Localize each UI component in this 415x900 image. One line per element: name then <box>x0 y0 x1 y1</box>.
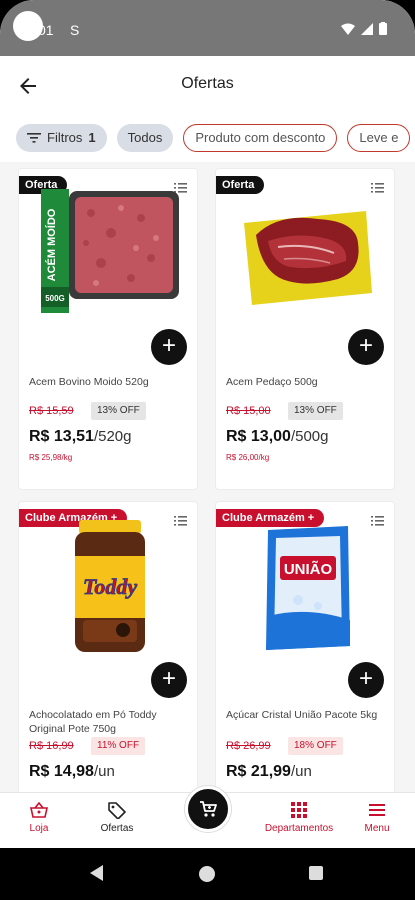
current-price: R$ 14,98/un <box>29 763 115 781</box>
top-app-bar: Ofertas <box>0 56 415 116</box>
filters-label: Filtros <box>47 130 83 145</box>
nav-departamentos-label: Departamentos <box>264 823 334 834</box>
basket-icon <box>30 801 48 818</box>
status-bar: 01 S <box>0 0 415 56</box>
nav-menu[interactable]: Menu <box>362 801 392 834</box>
nav-loja-label: Loja <box>29 823 49 834</box>
wifi-icon <box>341 23 355 35</box>
filter-icon <box>27 133 41 143</box>
status-icons <box>341 22 387 35</box>
product-image-text: UNIÃO <box>284 560 333 578</box>
product-image-text: Toddy <box>83 574 137 599</box>
grid-icon <box>291 802 307 818</box>
price-value: R$ 21,99 <box>226 763 291 780</box>
price-unit: /un <box>93 763 115 780</box>
status-time: 01 <box>38 22 54 38</box>
cart-icon <box>200 801 217 817</box>
system-navigation-bar <box>0 848 415 900</box>
discount-badge: 11% OFF <box>91 737 146 755</box>
old-price: R$ 15,59 <box>29 405 74 417</box>
page-title: Ofertas <box>181 75 234 92</box>
add-to-cart-button[interactable]: + <box>151 662 187 698</box>
nav-menu-label: Menu <box>364 823 390 834</box>
nav-ofertas[interactable]: Ofertas <box>96 801 138 834</box>
price-per-kg: R$ 25,98/kg <box>29 453 73 462</box>
filters-chip[interactable]: Filtros 1 <box>16 124 107 152</box>
product-card[interactable]: Clube Armazém + Toddy + Achocolatado em … <box>18 501 198 792</box>
hamburger-menu-icon <box>369 804 385 816</box>
price-unit: /520g <box>93 428 132 445</box>
product-card[interactable]: Oferta ACÉM MOÍDO 500G + Acem Bovino Moi… <box>18 168 198 490</box>
product-name: Acem Bovino Moido 520g <box>29 376 149 388</box>
system-back-icon[interactable] <box>90 865 104 881</box>
product-name: Açúcar Cristal União Pacote 5kg <box>226 709 378 721</box>
product-card[interactable]: Oferta + Acem Pedaço 500g R$ 15,00 13% O… <box>215 168 395 490</box>
cart-button[interactable] <box>185 786 231 832</box>
nav-departamentos[interactable]: Departamentos <box>262 801 336 834</box>
price-unit: /un <box>290 763 312 780</box>
product-image-text: ACÉM MOÍDO <box>45 208 58 281</box>
chip-produto-com-desconto[interactable]: Produto com desconto <box>183 124 338 152</box>
product-image-ground-beef: ACÉM MOÍDO 500G <box>41 189 179 313</box>
product-image-beef-chunk <box>244 211 372 305</box>
old-price: R$ 15,00 <box>226 405 271 417</box>
chip-todos[interactable]: Todos <box>116 124 174 152</box>
battery-icon <box>379 22 387 35</box>
product-name: Achocolatado em Pó Toddy Original Pote 7… <box>29 709 157 735</box>
add-to-cart-button[interactable]: + <box>151 329 187 365</box>
add-to-cart-button[interactable]: + <box>348 662 384 698</box>
discount-badge: 18% OFF <box>288 737 343 755</box>
product-grid: Oferta ACÉM MOÍDO 500G + Acem Bovino Moi… <box>0 162 415 792</box>
price-value: R$ 13,00 <box>226 428 291 445</box>
product-image-uniao: UNIÃO <box>266 526 350 650</box>
old-price: R$ 26,99 <box>226 740 271 752</box>
price-value: R$ 14,98 <box>29 763 94 780</box>
product-image-toddy: Toddy <box>75 520 145 652</box>
price-per-kg: R$ 26,00/kg <box>226 453 270 462</box>
chip-leve-e[interactable]: Leve e <box>347 124 411 152</box>
nav-ofertas-label: Ofertas <box>100 823 134 834</box>
price-value: R$ 13,51 <box>29 428 94 445</box>
system-home-icon[interactable] <box>199 866 215 882</box>
status-notification-icon: S <box>70 22 80 38</box>
product-card[interactable]: Clube Armazém + UNIÃO + Açúcar Cristal U… <box>215 501 395 792</box>
system-recents-icon[interactable] <box>309 866 323 880</box>
discount-badge: 13% OFF <box>288 402 343 420</box>
discount-badge: 13% OFF <box>91 402 146 420</box>
app-screen: 01 S Ofertas Filtros 1 Todos Produto com… <box>0 0 415 900</box>
current-price: R$ 13,00/500g <box>226 428 328 446</box>
filter-chips: Filtros 1 Todos Produto com desconto Lev… <box>16 124 411 152</box>
nav-loja[interactable]: Loja <box>22 801 56 834</box>
product-name: Acem Pedaço 500g <box>226 376 318 388</box>
old-price: R$ 16,99 <box>29 740 74 752</box>
add-to-cart-button[interactable]: + <box>348 329 384 365</box>
filters-count: 1 <box>88 130 96 145</box>
signal-icon <box>361 22 373 35</box>
current-price: R$ 13,51/520g <box>29 428 131 446</box>
current-price: R$ 21,99/un <box>226 763 312 781</box>
tag-icon <box>108 802 126 819</box>
product-image-weight: 500G <box>45 294 65 303</box>
price-unit: /500g <box>290 428 329 445</box>
